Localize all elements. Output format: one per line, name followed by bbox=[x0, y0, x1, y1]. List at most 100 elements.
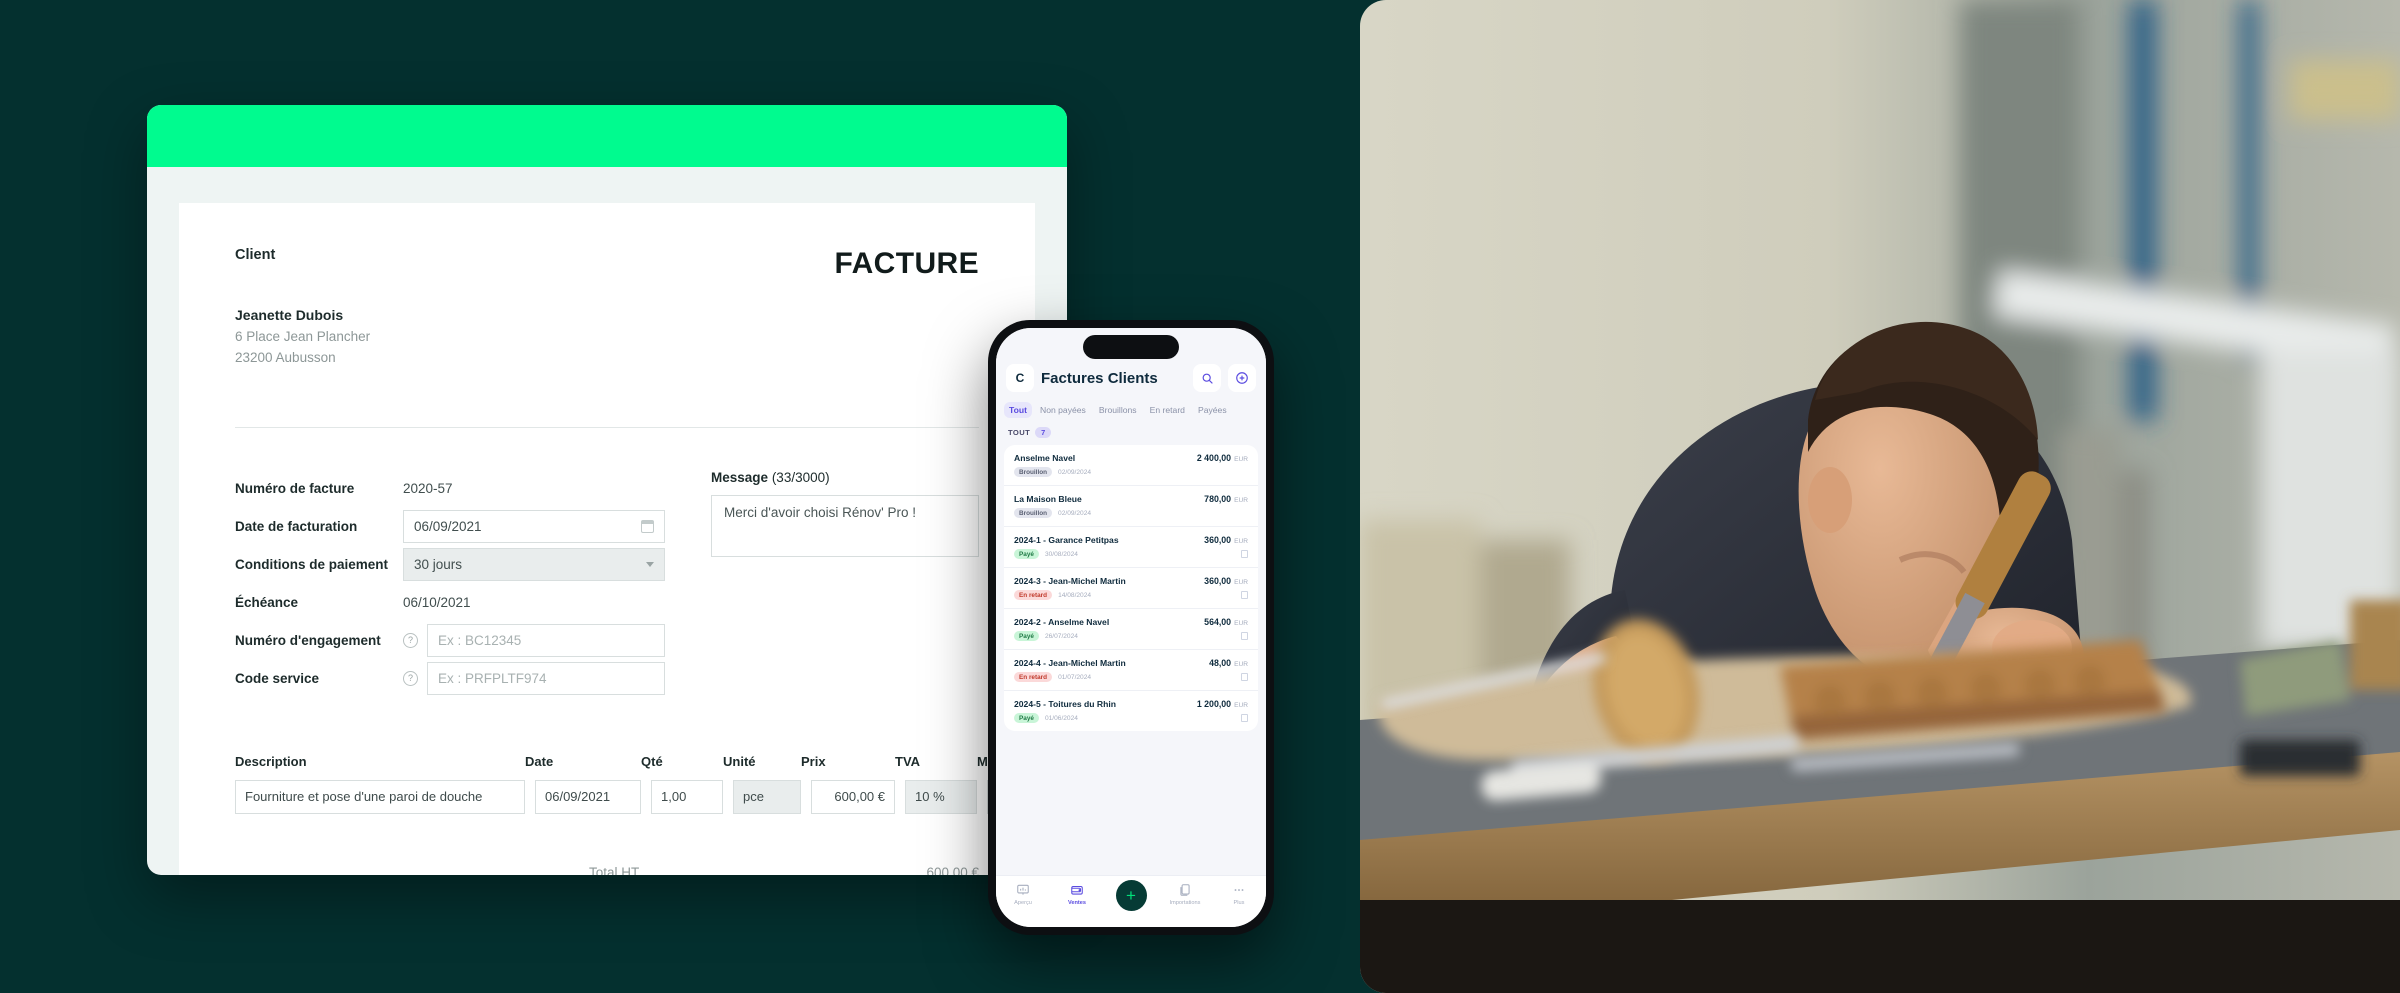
status-badge: En retard bbox=[1014, 672, 1053, 682]
tab-tout[interactable]: Tout bbox=[1004, 402, 1032, 418]
column-header-date: Date bbox=[525, 753, 554, 769]
search-icon[interactable] bbox=[1193, 364, 1221, 392]
field-label: Numéro d'engagement bbox=[235, 633, 381, 649]
tab-en-retard[interactable]: En retard bbox=[1145, 402, 1190, 418]
chevron-down-icon[interactable] bbox=[646, 562, 654, 568]
cell-date[interactable]: 06/09/2021 bbox=[535, 779, 641, 814]
cell-vat[interactable]: 10 % bbox=[905, 779, 977, 814]
column-header-unit: Unité bbox=[723, 753, 756, 769]
phone-notch bbox=[1083, 335, 1179, 359]
invoice-editor-window: Client FACTURE Jeanette Dubois 6 Place J… bbox=[147, 105, 1067, 875]
client-name: Jeanette Dubois bbox=[235, 307, 344, 323]
wallet-icon bbox=[1071, 885, 1083, 895]
invoice-name: 2024-3 - Jean-Michel Martin bbox=[1014, 576, 1126, 586]
client-address-block: Jeanette Dubois 6 Place Jean Plancher 23… bbox=[235, 305, 979, 369]
total-ht-value: 600,00 € bbox=[926, 864, 979, 875]
invoice-amount: 48,00 bbox=[1209, 658, 1232, 668]
list-item[interactable]: 2024-2 - Anselme Navel 564,00 EUR Payé 2… bbox=[1004, 609, 1258, 650]
chart-board-icon bbox=[1017, 884, 1029, 895]
help-icon[interactable]: ? bbox=[403, 671, 418, 687]
plus-fab-icon[interactable]: + bbox=[1115, 880, 1147, 911]
document-icon[interactable] bbox=[1241, 673, 1248, 681]
document-icon[interactable] bbox=[1241, 714, 1248, 722]
totals-block: Total HT 600,00 € TVA 10 % 60,00 € Total… bbox=[589, 858, 979, 875]
invoice-currency: EUR bbox=[1234, 620, 1248, 627]
list-item[interactable]: 2024-3 - Jean-Michel Martin 360,00 EUR E… bbox=[1004, 568, 1258, 609]
tab-payees[interactable]: Payées bbox=[1193, 402, 1232, 418]
invoice-list[interactable]: Anselme Navel 2 400,00 EUR Brouillon 02/… bbox=[996, 445, 1266, 875]
list-item[interactable]: La Maison Bleue 780,00 EUR Brouillon 02/… bbox=[1004, 486, 1258, 527]
invoice-date-input[interactable]: 06/09/2021 bbox=[403, 510, 665, 544]
document-icon[interactable] bbox=[1241, 591, 1248, 599]
field-invoice-number: Numéro de facture 2020-57 bbox=[235, 470, 665, 508]
cell-unit[interactable]: pce bbox=[733, 779, 801, 814]
tab-non-payees[interactable]: Non payées bbox=[1035, 402, 1091, 418]
invoice-currency: EUR bbox=[1234, 579, 1248, 586]
invoice-name: Anselme Navel bbox=[1014, 453, 1076, 463]
engagement-number-placeholder: Ex : BC12345 bbox=[438, 633, 522, 649]
invoice-currency: EUR bbox=[1234, 456, 1248, 463]
field-service-code: Code service ? Ex : PRFPLTF974 bbox=[235, 660, 665, 698]
document-title: FACTURE bbox=[834, 247, 979, 280]
list-item[interactable]: 2024-4 - Jean-Michel Martin 48,00 EUR En… bbox=[1004, 650, 1258, 691]
cell-unit-value: pce bbox=[743, 789, 764, 805]
status-badge: En retard bbox=[1014, 590, 1053, 600]
cell-qty[interactable]: 1,00 bbox=[651, 779, 723, 814]
status-badge: Payé bbox=[1014, 713, 1039, 723]
section-chip-label: TOUT bbox=[1008, 428, 1031, 437]
invoice-amount: 1 200,00 bbox=[1196, 699, 1232, 709]
message-textarea[interactable]: Merci d'avoir choisi Rénov' Pro ! bbox=[711, 494, 979, 557]
app-header-bar bbox=[147, 105, 1067, 167]
tab-brouillons[interactable]: Brouillons bbox=[1094, 402, 1142, 418]
invoice-amount: 360,00 bbox=[1204, 576, 1232, 586]
service-code-input[interactable]: Ex : PRFPLTF974 bbox=[427, 662, 665, 696]
nav-item-importations[interactable]: Importations bbox=[1158, 883, 1212, 906]
column-header-description: Description bbox=[235, 753, 307, 769]
client-city: 23200 Aubusson bbox=[235, 349, 336, 365]
invoice-amount: 780,00 bbox=[1204, 494, 1232, 504]
column-header-price: Prix bbox=[801, 753, 826, 769]
document-icon[interactable] bbox=[1241, 632, 1248, 640]
field-invoice-date: Date de facturation 06/09/2021 bbox=[235, 508, 665, 546]
invoice-currency: EUR bbox=[1234, 538, 1248, 545]
nav-item-apercu[interactable]: Aperçu bbox=[996, 883, 1050, 906]
invoice-date: 02/09/2024 bbox=[1058, 509, 1092, 517]
client-street: 6 Place Jean Plancher bbox=[235, 328, 371, 344]
list-item[interactable]: Anselme Navel 2 400,00 EUR Brouillon 02/… bbox=[1004, 445, 1258, 486]
nav-item-ventes[interactable]: Ventes bbox=[1050, 883, 1104, 906]
list-item[interactable]: 2024-5 - Toitures du Rhin 1 200,00 EUR P… bbox=[1004, 691, 1258, 731]
document-icon[interactable] bbox=[1241, 550, 1248, 558]
help-icon[interactable]: ? bbox=[403, 633, 418, 649]
phone-screen: C Factures Clients Tout Non payées Broui… bbox=[996, 328, 1266, 927]
invoice-date: 14/08/2024 bbox=[1058, 591, 1092, 599]
invoice-amount: 2 400,00 bbox=[1196, 453, 1232, 463]
invoice-message-area: Message (33/3000) Merci d'avoir choisi R… bbox=[711, 470, 979, 698]
page-title: Factures Clients bbox=[1041, 369, 1158, 387]
nav-item-create[interactable]: + bbox=[1104, 880, 1158, 911]
total-ht-label: Total HT bbox=[589, 864, 640, 875]
cell-vat-value: 10 % bbox=[915, 789, 945, 805]
payment-terms-select[interactable]: 30 jours bbox=[403, 548, 665, 582]
field-payment-terms: Conditions de paiement 30 jours bbox=[235, 546, 665, 584]
calendar-icon[interactable] bbox=[641, 520, 654, 534]
avatar[interactable]: C bbox=[1006, 364, 1034, 392]
invoice-currency: EUR bbox=[1234, 497, 1248, 504]
field-label: Conditions de paiement bbox=[235, 557, 389, 573]
nav-label: Plus bbox=[1233, 900, 1245, 906]
cell-description[interactable]: Fourniture et pose d'une paroi de douche bbox=[235, 779, 525, 814]
nav-item-plus[interactable]: Plus bbox=[1212, 883, 1266, 906]
add-circle-icon[interactable] bbox=[1228, 364, 1256, 392]
engagement-number-input[interactable]: Ex : BC12345 bbox=[427, 624, 665, 658]
cell-price[interactable]: 600,00 € bbox=[811, 779, 895, 814]
invoice-date: 30/08/2024 bbox=[1044, 550, 1078, 558]
table-row: Fourniture et pose d'une paroi de douche… bbox=[235, 779, 1067, 814]
section-chip: TOUT 7 bbox=[996, 424, 1266, 445]
list-item[interactable]: 2024-1 - Garance Petitpas 360,00 EUR Pay… bbox=[1004, 527, 1258, 568]
due-date-value: 06/10/2021 bbox=[403, 595, 471, 611]
invoice-date: 01/07/2024 bbox=[1058, 673, 1092, 681]
invoice-name: La Maison Bleue bbox=[1014, 494, 1082, 504]
bottom-navigation: Aperçu Ventes + Importations Plus bbox=[996, 875, 1266, 927]
field-engagement-number: Numéro d'engagement ? Ex : BC12345 bbox=[235, 622, 665, 660]
invoice-name: 2024-5 - Toitures du Rhin bbox=[1014, 699, 1117, 709]
invoice-date: 02/09/2024 bbox=[1058, 468, 1092, 476]
